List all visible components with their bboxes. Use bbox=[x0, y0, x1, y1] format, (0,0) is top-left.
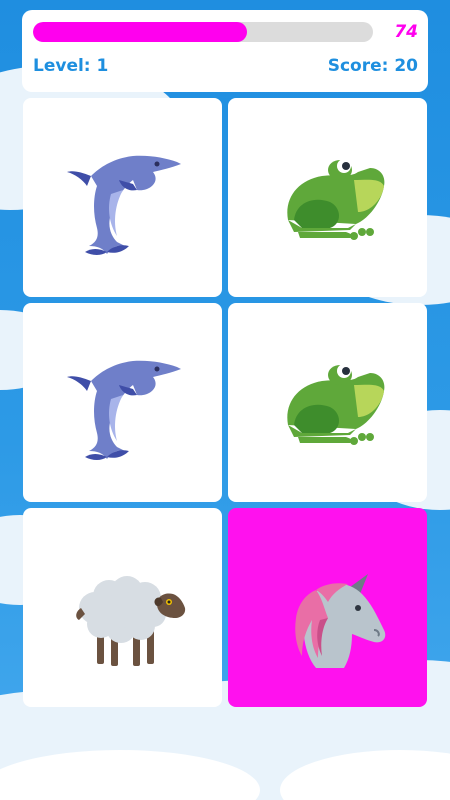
memory-card[interactable] bbox=[23, 303, 222, 502]
timer-progress-bar bbox=[33, 22, 373, 42]
timer-value: 74 bbox=[394, 22, 418, 42]
score-label: Score: 20 bbox=[327, 56, 418, 76]
timer-progress-fill bbox=[33, 22, 248, 42]
frog-icon bbox=[286, 363, 384, 445]
memory-card[interactable] bbox=[23, 508, 222, 707]
sheep-icon bbox=[75, 575, 185, 666]
level-label: Level: 1 bbox=[33, 56, 109, 76]
dolphin-icon bbox=[66, 155, 181, 255]
memory-card-selected[interactable] bbox=[228, 508, 427, 707]
memory-card[interactable] bbox=[228, 98, 427, 297]
dolphin-icon bbox=[66, 360, 181, 460]
memory-card[interactable] bbox=[228, 303, 427, 502]
memory-card[interactable] bbox=[23, 98, 222, 297]
status-panel: 74 Level: 1 Score: 20 bbox=[22, 10, 428, 92]
frog-icon bbox=[286, 158, 384, 240]
unicorn-icon bbox=[294, 573, 385, 668]
